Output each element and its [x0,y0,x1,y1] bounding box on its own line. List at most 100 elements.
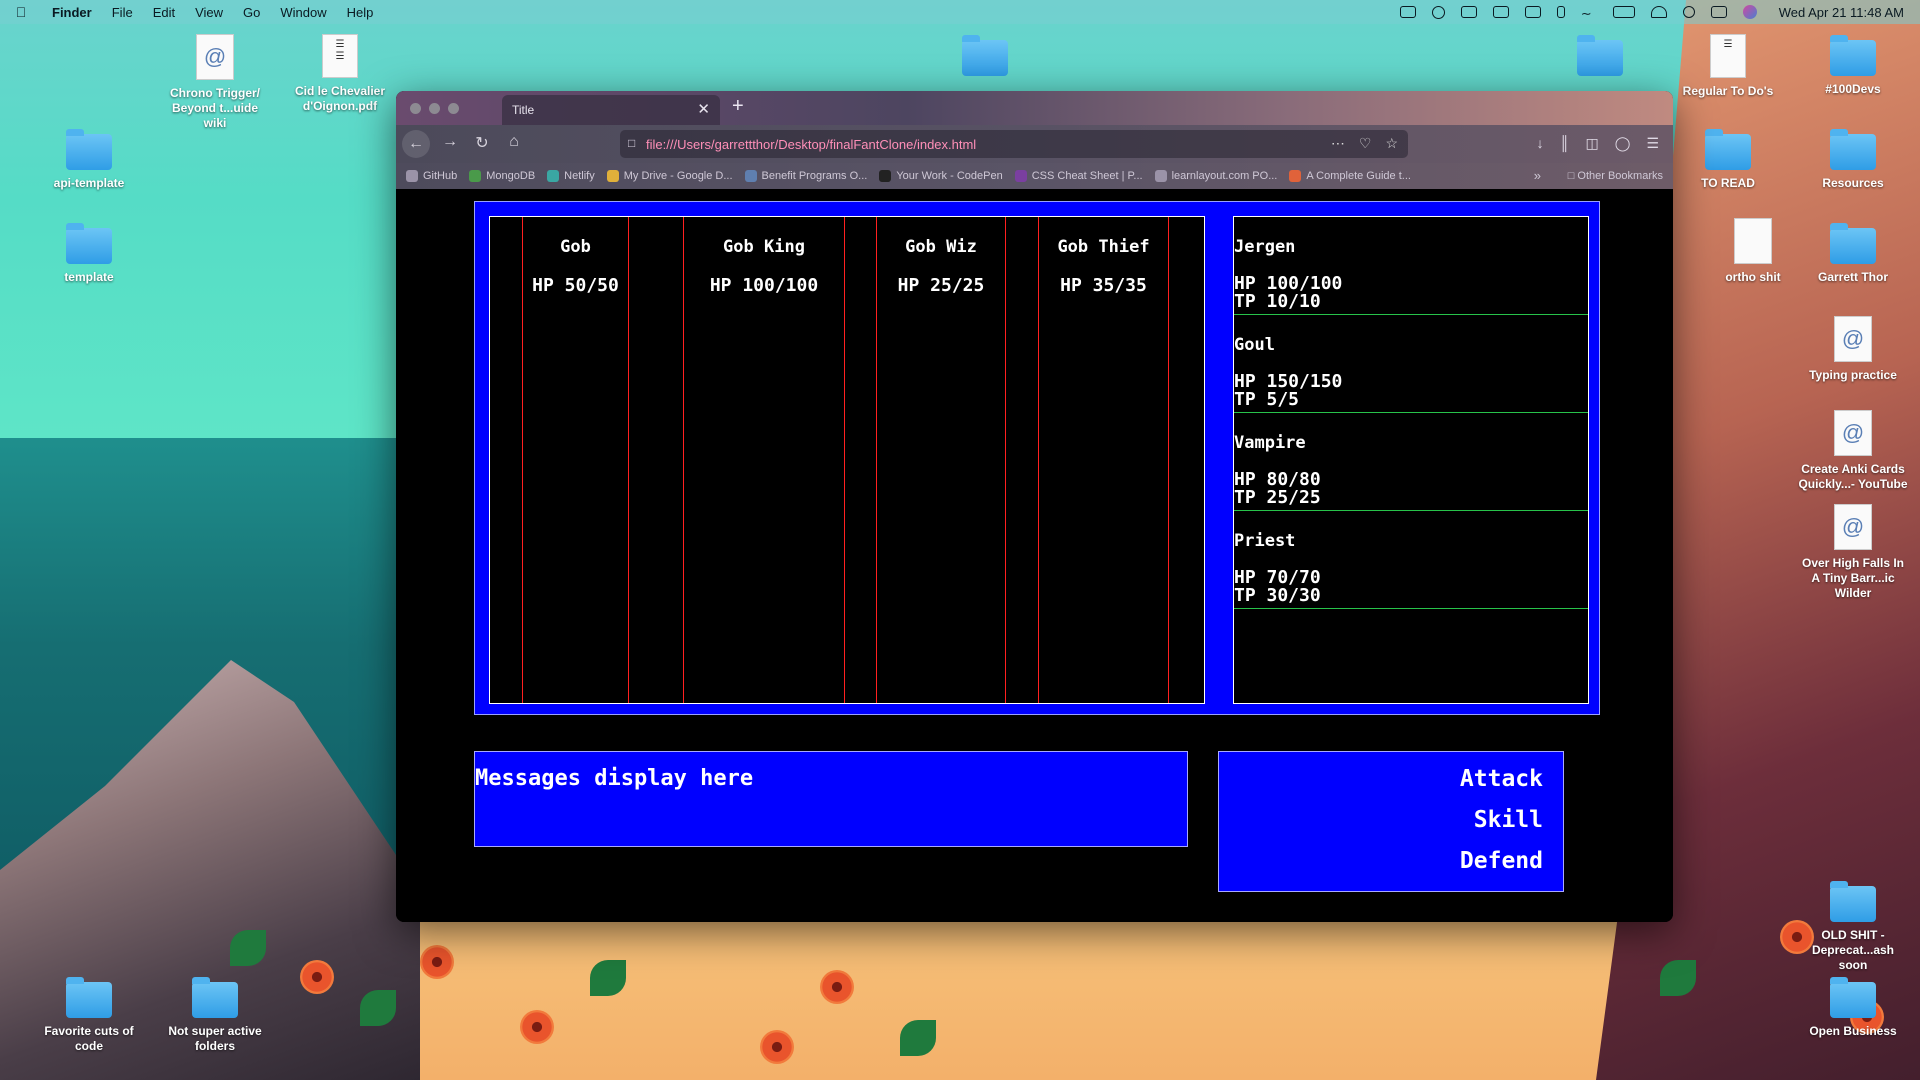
desktop-icon-to-read[interactable]: TO READ [1673,129,1783,191]
desktop-icon-not-super-active[interactable]: Not super active folders [160,977,270,1054]
desktop-icon-100devs[interactable]: #100Devs [1798,35,1908,97]
menu-window[interactable]: Window [270,5,336,20]
menu-clock[interactable]: Wed Apr 21 11:48 AM [1779,5,1904,20]
tab-bar: Title ✕ + [396,91,1673,125]
skill-button[interactable]: Skill [1474,807,1543,833]
bluetooth-icon[interactable] [1556,6,1565,18]
desktop-icon-label: Regular To Do's [1682,84,1774,98]
minimize-window-button[interactable] [429,103,440,114]
bookmark-label: Netlify [564,170,595,182]
menu-view[interactable]: View [185,5,233,20]
desktop-icon-resources[interactable]: Resources [1798,129,1908,191]
more-bookmarks-icon[interactable]: » [1534,168,1541,183]
url-text[interactable]: file:///Users/garrettthor/Desktop/finalF… [646,137,976,152]
play-icon[interactable] [1431,5,1445,19]
control-center-icon[interactable] [1710,6,1727,18]
close-tab-icon[interactable]: ✕ [697,100,710,118]
toolbar-icons: ↓ ║ ◫ ◯ ☰ [1537,135,1659,152]
folder-icon [1830,35,1876,76]
folder-icon [66,223,112,264]
desktop-icon-label: Not super active folders [168,1024,262,1053]
display-icon[interactable] [1492,6,1509,18]
bookmark-complete-guide[interactable]: A Complete Guide t... [1289,170,1411,182]
reload-icon[interactable]: ↻ [470,133,494,153]
desktop-icon-high-falls[interactable]: @ Over High Falls In A Tiny Barr...ic Wi… [1798,504,1908,601]
desktop-icon-chrono-trigger[interactable]: @ Chrono Trigger/ Beyond t...uide wiki [160,34,270,131]
desktop-icon-cid-pdf[interactable]: ☰ ☰ Cid le Chevalier d'Oignon.pdf [285,34,395,114]
close-window-button[interactable] [410,103,421,114]
enemy-name: Gob Wiz [905,237,977,257]
attack-button[interactable]: Attack [1460,766,1543,792]
search-icon[interactable] [1682,6,1695,18]
bookmark-star-icon[interactable]: ☆ [1385,135,1398,152]
desktop-icon-regular-todos[interactable]: ☰ Regular To Do's [1673,34,1783,99]
back-icon[interactable]: ← [402,130,430,158]
netlify-icon [547,170,560,182]
desktop-icon-garrett-thor[interactable]: Garrett Thor [1798,223,1908,285]
bookmark-github[interactable]: GitHub [406,170,457,182]
folder-icon [1577,35,1623,76]
web-location-icon: @ [1834,410,1872,456]
bookmark-label: CSS Cheat Sheet | P... [1031,170,1143,182]
wifi-icon[interactable] [1650,6,1667,18]
enemy-card[interactable]: Gob Thief HP 35/35 [1038,217,1169,703]
folder-icon [1830,977,1876,1018]
pocket-icon[interactable]: ♡ [1359,135,1372,152]
bookmark-google-drive[interactable]: My Drive - Google D... [606,170,733,182]
party-member[interactable]: Priest HP 70/70 TP 30/30 [1234,511,1588,609]
desktop-icon-typing-practice[interactable]: @ Typing practice [1798,316,1908,383]
party-member[interactable]: Vampire HP 80/80 TP 25/25 [1234,413,1588,511]
menu-app-name[interactable]: Finder [42,5,102,20]
party-member[interactable]: Jergen HP 100/100 TP 10/10 [1234,217,1588,315]
library-icon[interactable]: ║ [1560,135,1570,152]
app-menu-icon[interactable]: ☰ [1646,135,1659,152]
enemy-card[interactable]: Gob King HP 100/100 [683,217,845,703]
enemy-card[interactable]: Gob Wiz HP 25/25 [876,217,1006,703]
screens-icon[interactable] [1460,6,1477,18]
bookmark-netlify[interactable]: Netlify [547,170,595,182]
bookmark-learnlayout[interactable]: learnlayout.com PO... [1154,170,1277,182]
forward-icon[interactable]: → [438,133,462,151]
defend-button[interactable]: Defend [1460,848,1543,874]
desktop-icon-folder-hidden[interactable] [930,35,1040,82]
home-icon[interactable]: ⌂ [502,133,526,151]
bookmark-benefit-programs[interactable]: Benefit Programs O... [744,170,867,182]
page-info-icon[interactable]: □ [628,136,635,150]
menu-file[interactable]: File [102,5,143,20]
page-actions-icon[interactable]: ⋯ [1331,135,1345,152]
url-bar[interactable]: □ file:///Users/garrettthor/Desktop/fina… [620,130,1408,158]
menu-go[interactable]: Go [233,5,270,20]
bookmark-codepen[interactable]: Your Work - CodePen [879,170,1003,182]
new-tab-icon[interactable]: + [732,95,744,118]
desktop-icon-favorite-cuts[interactable]: Favorite cuts of code [34,977,144,1054]
bookmark-mongodb[interactable]: MongoDB [469,170,535,182]
enemy-hp: HP 25/25 [897,275,985,296]
sync-icon[interactable]: ∼ [1581,6,1597,21]
desktop-icon-template[interactable]: template [34,223,144,285]
desktop-icon-folder-hidden-2[interactable] [1545,35,1655,82]
desktop-icon-old-shit[interactable]: OLD SHIT - Deprecat...ash soon [1798,881,1908,973]
enemy-card[interactable]: Gob HP 50/50 [522,217,629,703]
desktop-icon-label: Resources [1822,176,1884,190]
menu-help[interactable]: Help [337,5,384,20]
menu-edit[interactable]: Edit [143,5,185,20]
desktop-icon-api-template[interactable]: api-template [34,129,144,191]
downloads-icon[interactable]: ↓ [1537,135,1544,152]
volume-icon[interactable] [1524,6,1541,18]
desktop-icon-label: Cid le Chevalier d'Oignon.pdf [294,84,386,113]
bookmark-css-cheat-sheet[interactable]: CSS Cheat Sheet | P... [1014,170,1143,182]
account-icon[interactable]: ◯ [1615,135,1631,152]
zoom-window-button[interactable] [448,103,459,114]
sidebar-icon[interactable]: ◫ [1586,135,1599,152]
bookmark-label: My Drive - Google D... [623,170,733,182]
desktop-icon-anki-cards[interactable]: @ Create Anki Cards Quickly...- YouTube [1798,410,1908,492]
creative-cloud-icon[interactable] [1399,6,1416,18]
desktop-icon-ortho[interactable]: ortho shit [1698,218,1808,285]
party-member[interactable]: Goul HP 150/150 TP 5/5 [1234,315,1588,413]
apple-menu-icon[interactable]:  [0,4,42,20]
tab-active[interactable]: Title ✕ [502,95,720,125]
other-bookmarks[interactable]: □ Other Bookmarks [1568,170,1663,182]
battery-icon[interactable] [1612,6,1635,18]
desktop-icon-open-business[interactable]: Open Business [1798,977,1908,1039]
siri-icon[interactable] [1742,5,1757,19]
